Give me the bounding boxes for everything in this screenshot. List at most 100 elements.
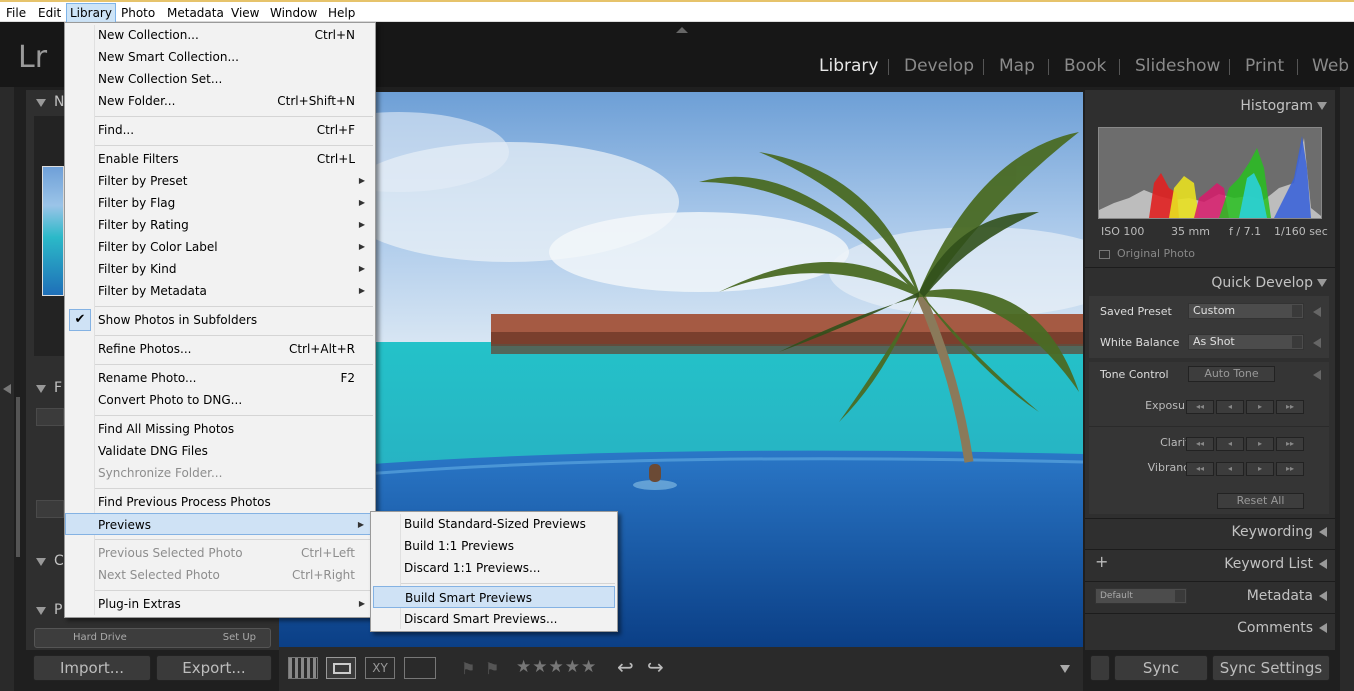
- toolbar-options-icon[interactable]: [1060, 665, 1070, 673]
- menu-item-filter-by-metadata[interactable]: Filter by Metadata ▶: [65, 280, 375, 302]
- menu-file[interactable]: File: [3, 5, 29, 23]
- module-web[interactable]: Web: [1312, 56, 1349, 76]
- disclosure-icon[interactable]: [1313, 370, 1321, 380]
- vibrance-inc-large[interactable]: ▸▸: [1276, 462, 1304, 476]
- rotate-right-icon[interactable]: ↪: [647, 655, 664, 679]
- histogram-toggle-icon[interactable]: [1317, 102, 1327, 110]
- menu-item-discard-smart-previews[interactable]: Discard Smart Previews...: [371, 608, 617, 630]
- menu-help[interactable]: Help: [325, 5, 358, 23]
- menu-window[interactable]: Window: [267, 5, 320, 23]
- disclosure-icon[interactable]: [1313, 307, 1321, 317]
- menu-item-filter-by-flag[interactable]: Filter by Flag ▶: [65, 192, 375, 214]
- comments-toggle-icon[interactable]: [1319, 623, 1327, 633]
- histogram[interactable]: [1098, 127, 1322, 219]
- module-slideshow[interactable]: Slideshow: [1135, 56, 1220, 76]
- setup-link[interactable]: Set Up: [223, 629, 256, 647]
- menu-item-filter-by-rating[interactable]: Filter by Rating ▶: [65, 214, 375, 236]
- navigator-preview[interactable]: [34, 116, 64, 356]
- metadata-toggle-icon[interactable]: [1319, 591, 1327, 601]
- menu-item-filter-by-preset[interactable]: Filter by Preset ▶: [65, 170, 375, 192]
- volume-row[interactable]: [36, 408, 64, 426]
- metadata-preset-select[interactable]: Default: [1095, 588, 1187, 604]
- menu-item-enable-filters[interactable]: Enable Filters Ctrl+L: [65, 148, 375, 170]
- grid-view-icon[interactable]: [288, 657, 318, 679]
- clarity-inc-large[interactable]: ▸▸: [1276, 437, 1304, 451]
- export-button[interactable]: Export...: [156, 655, 272, 681]
- module-library[interactable]: Library: [819, 56, 878, 76]
- module-book[interactable]: Book: [1064, 56, 1106, 76]
- vibrance-dec-large[interactable]: ◂◂: [1186, 462, 1214, 476]
- white-balance-value: As Shot: [1193, 335, 1235, 348]
- left-scrollbar[interactable]: [16, 397, 20, 557]
- module-develop[interactable]: Develop: [904, 56, 974, 76]
- menu-item-rename-photo[interactable]: Rename Photo... F2: [65, 367, 375, 389]
- menu-item-new-smart-collection[interactable]: New Smart Collection...: [65, 46, 375, 68]
- keyword-list-toggle-icon[interactable]: [1319, 559, 1327, 569]
- menu-item-find-previous-process[interactable]: Find Previous Process Photos: [65, 491, 375, 513]
- divider: [1085, 613, 1335, 614]
- collapse-top-panel-icon[interactable]: [676, 27, 688, 33]
- volume-row[interactable]: [36, 500, 64, 518]
- sync-button[interactable]: Sync: [1114, 655, 1208, 681]
- exposure-dec[interactable]: ◂: [1216, 400, 1244, 414]
- hard-drive-service[interactable]: Hard Drive Set Up: [34, 628, 271, 648]
- clarity-dec[interactable]: ◂: [1216, 437, 1244, 451]
- menu-photo[interactable]: Photo: [118, 5, 158, 23]
- menu-item-new-folder[interactable]: New Folder... Ctrl+Shift+N: [65, 90, 375, 112]
- white-balance-select[interactable]: As Shot: [1188, 334, 1304, 350]
- module-map[interactable]: Map: [999, 56, 1035, 76]
- vibrance-inc[interactable]: ▸: [1246, 462, 1274, 476]
- disclosure-icon[interactable]: [1313, 338, 1321, 348]
- auto-tone-button[interactable]: Auto Tone: [1188, 366, 1275, 382]
- original-photo-checkbox[interactable]: [1099, 250, 1110, 259]
- menu-item-filter-by-kind[interactable]: Filter by Kind ▶: [65, 258, 375, 280]
- menu-item-refine-photos[interactable]: Refine Photos... Ctrl+Alt+R: [65, 338, 375, 360]
- pick-flag-icon[interactable]: ⚑: [461, 659, 475, 678]
- menu-item-build-standard-previews[interactable]: Build Standard-Sized Previews: [371, 513, 617, 535]
- keywording-toggle-icon[interactable]: [1319, 527, 1327, 537]
- menu-item-convert-to-dng[interactable]: Convert Photo to DNG...: [65, 389, 375, 411]
- menu-item-discard-1to1-previews[interactable]: Discard 1:1 Previews...: [371, 557, 617, 579]
- menu-item-find-missing-photos[interactable]: Find All Missing Photos: [65, 418, 375, 440]
- sync-settings-button[interactable]: Sync Settings: [1212, 655, 1330, 681]
- compare-view-icon[interactable]: XY: [365, 657, 395, 679]
- exposure-inc-large[interactable]: ▸▸: [1276, 400, 1304, 414]
- clarity-inc[interactable]: ▸: [1246, 437, 1274, 451]
- menu-item-build-smart-previews[interactable]: Build Smart Previews: [373, 586, 615, 608]
- menu-item-new-collection-set[interactable]: New Collection Set...: [65, 68, 375, 90]
- survey-view-icon[interactable]: [404, 657, 436, 679]
- add-keyword-icon[interactable]: +: [1095, 552, 1108, 571]
- module-print[interactable]: Print: [1245, 56, 1284, 76]
- exposure-dec-large[interactable]: ◂◂: [1186, 400, 1214, 414]
- menu-item-filter-by-color-label[interactable]: Filter by Color Label ▶: [65, 236, 375, 258]
- clarity-dec-large[interactable]: ◂◂: [1186, 437, 1214, 451]
- menu-view[interactable]: View: [228, 5, 262, 23]
- menu-item-validate-dng[interactable]: Validate DNG Files: [65, 440, 375, 462]
- collapse-left-panel-icon[interactable]: [3, 384, 11, 394]
- quick-develop-toggle-icon[interactable]: [1317, 279, 1327, 287]
- navigator-toggle-icon[interactable]: [36, 99, 46, 107]
- rating-stars-icon[interactable]: ★★★★★: [516, 657, 597, 677]
- auto-sync-switch[interactable]: [1090, 655, 1110, 681]
- menu-item-plugin-extras[interactable]: Plug-in Extras ▶: [65, 593, 375, 615]
- exposure-inc[interactable]: ▸: [1246, 400, 1274, 414]
- menu-item-build-1to1-previews[interactable]: Build 1:1 Previews: [371, 535, 617, 557]
- vibrance-dec[interactable]: ◂: [1216, 462, 1244, 476]
- menu-item-new-collection[interactable]: New Collection... Ctrl+N: [65, 24, 375, 46]
- folders-toggle-icon[interactable]: [36, 385, 46, 393]
- import-button[interactable]: Import...: [33, 655, 151, 681]
- menu-library[interactable]: Library: [66, 3, 116, 23]
- menu-item-previews[interactable]: Previews ▶: [65, 513, 375, 535]
- menu-item-show-photos-in-subfolders[interactable]: ✔ Show Photos in Subfolders: [65, 309, 375, 331]
- reject-flag-icon[interactable]: ⚑: [485, 659, 499, 678]
- reset-all-button[interactable]: Reset All: [1217, 493, 1304, 509]
- collections-toggle-icon[interactable]: [36, 558, 46, 566]
- menu-item-next-selected-photo: Next Selected Photo Ctrl+Right: [98, 568, 355, 582]
- saved-preset-select[interactable]: Custom: [1188, 303, 1304, 319]
- menu-metadata[interactable]: Metadata: [164, 5, 227, 23]
- menu-item-find[interactable]: Find... Ctrl+F: [65, 119, 375, 141]
- menu-edit[interactable]: Edit: [35, 5, 64, 23]
- rotate-left-icon[interactable]: ↩: [617, 655, 634, 679]
- publish-toggle-icon[interactable]: [36, 607, 46, 615]
- loupe-view-icon[interactable]: [326, 657, 356, 679]
